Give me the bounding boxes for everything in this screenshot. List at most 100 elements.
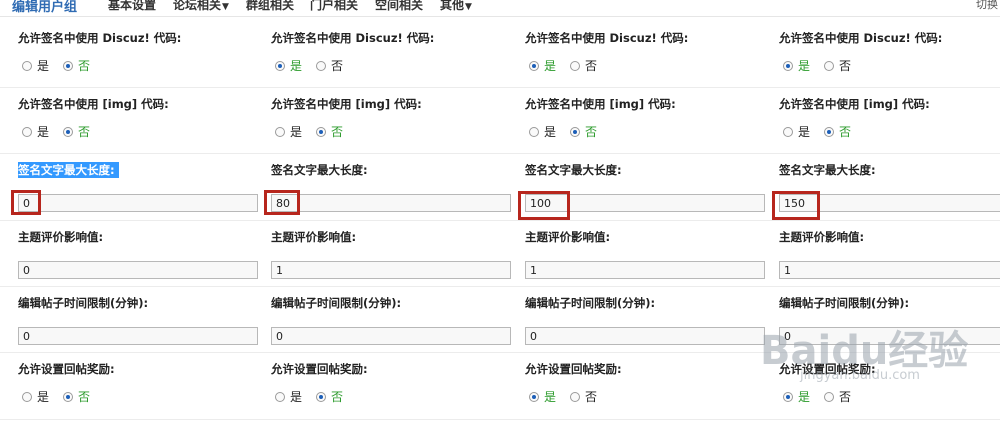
radio-button-icon[interactable]	[316, 126, 327, 137]
setting-cell: 编辑帖子时间限制(分钟):	[779, 295, 1000, 345]
nav-tab-0[interactable]: 编辑用户组	[12, 0, 77, 15]
radio-group: 是否	[22, 388, 104, 405]
nav-tab-6[interactable]: 其他▼	[440, 0, 472, 13]
setting-input[interactable]	[18, 194, 258, 212]
radio-button-icon[interactable]	[316, 391, 327, 402]
setting-label: 允许设置回帖奖励:	[18, 362, 115, 376]
setting-input[interactable]	[18, 327, 258, 345]
setting-input[interactable]	[271, 327, 511, 345]
setting-label: 编辑帖子时间限制(分钟):	[525, 296, 656, 310]
radio-button-icon[interactable]	[63, 60, 74, 71]
radio-no[interactable]: 否	[824, 388, 851, 405]
radio-no[interactable]: 否	[570, 388, 597, 405]
setting-label: 签名文字最大长度:	[271, 163, 368, 177]
radio-no[interactable]: 否	[63, 57, 90, 74]
radio-label: 否	[585, 390, 598, 404]
nav-tab-label: 群组相关	[246, 0, 295, 12]
radio-label: 是	[544, 390, 557, 404]
nav-tab-2[interactable]: 论坛相关▼	[173, 0, 229, 13]
radio-yes[interactable]: 是	[529, 388, 556, 405]
radio-label: 是	[798, 390, 811, 404]
switch-link[interactable]: 切换	[976, 0, 998, 12]
radio-button-icon[interactable]	[529, 60, 539, 71]
setting-cell: 允许签名中使用 [img] 代码: 是否	[525, 96, 779, 146]
row-divider	[0, 352, 1000, 353]
setting-input[interactable]	[525, 327, 765, 345]
nav-tab-3[interactable]: 群组相关	[246, 0, 294, 13]
radio-label: 否	[839, 59, 852, 73]
chevron-down-icon: ▼	[465, 2, 472, 12]
setting-cell: 编辑帖子时间限制(分钟):	[525, 295, 779, 345]
setting-cell: 签名文字最大长度:	[518, 162, 779, 220]
radio-button-icon[interactable]	[824, 391, 835, 402]
radio-button-icon[interactable]	[275, 60, 285, 71]
radio-no[interactable]: 否	[824, 57, 851, 74]
setting-cell: 主题评价影响值:	[779, 229, 1000, 279]
nav-tab-5[interactable]: 空间相关	[375, 0, 423, 13]
radio-button-icon[interactable]	[529, 391, 539, 402]
radio-button-icon[interactable]	[783, 126, 793, 137]
radio-yes[interactable]: 是	[275, 388, 302, 405]
radio-button-icon[interactable]	[22, 126, 32, 137]
radio-button-icon[interactable]	[824, 126, 835, 137]
radio-no[interactable]: 否	[63, 388, 90, 405]
nav-tab-label: 编辑用户组	[12, 0, 78, 15]
radio-button-icon[interactable]	[570, 60, 581, 71]
setting-label: 签名文字最大长度:	[18, 162, 119, 178]
radio-button-icon[interactable]	[275, 391, 285, 402]
radio-no[interactable]: 否	[824, 123, 851, 140]
setting-label: 允许签名中使用 Discuz! 代码:	[525, 31, 689, 45]
setting-input[interactable]	[271, 261, 511, 279]
row-divider	[0, 286, 1000, 287]
radio-button-icon[interactable]	[22, 60, 32, 71]
radio-no[interactable]: 否	[570, 123, 597, 140]
radio-button-icon[interactable]	[63, 391, 74, 402]
setting-input[interactable]	[525, 194, 765, 212]
radio-yes[interactable]: 是	[529, 123, 556, 140]
radio-yes[interactable]: 是	[783, 388, 810, 405]
radio-no[interactable]: 否	[316, 57, 343, 74]
radio-button-icon[interactable]	[316, 60, 327, 71]
radio-yes[interactable]: 是	[22, 57, 49, 74]
radio-no[interactable]: 否	[316, 388, 343, 405]
radio-yes[interactable]: 是	[783, 123, 810, 140]
setting-input[interactable]	[779, 194, 1000, 212]
nav-tab-1[interactable]: 基本设置	[108, 0, 156, 13]
radio-yes[interactable]: 是	[529, 57, 556, 74]
radio-no[interactable]: 否	[63, 123, 90, 140]
radio-button-icon[interactable]	[529, 126, 539, 137]
radio-button-icon[interactable]	[570, 126, 581, 137]
radio-button-icon[interactable]	[783, 391, 793, 402]
setting-label: 签名文字最大长度:	[525, 163, 622, 177]
setting-input[interactable]	[779, 261, 1000, 279]
radio-button-icon[interactable]	[63, 126, 74, 137]
setting-input[interactable]	[779, 327, 1000, 345]
radio-no[interactable]: 否	[570, 57, 597, 74]
radio-label: 否	[331, 390, 344, 404]
radio-yes[interactable]: 是	[275, 57, 302, 74]
radio-button-icon[interactable]	[824, 60, 835, 71]
setting-cell: 允许签名中使用 Discuz! 代码: 是否	[271, 30, 525, 80]
row-divider	[0, 87, 1000, 88]
row-divider	[0, 220, 1000, 221]
setting-label: 主题评价影响值:	[525, 230, 611, 244]
setting-input[interactable]	[18, 261, 258, 279]
nav-tab-label: 论坛相关	[173, 0, 222, 12]
radio-yes[interactable]: 是	[22, 388, 49, 405]
radio-label: 是	[37, 59, 50, 73]
radio-label: 是	[798, 59, 811, 73]
nav-tab-4[interactable]: 门户相关	[310, 0, 358, 13]
setting-label: 允许签名中使用 Discuz! 代码:	[779, 31, 943, 45]
radio-button-icon[interactable]	[275, 126, 285, 137]
radio-button-icon[interactable]	[570, 391, 581, 402]
setting-cell: 允许设置回帖奖励: 是否	[525, 361, 779, 411]
nav-tab-label: 空间相关	[375, 0, 424, 12]
setting-input[interactable]	[525, 261, 765, 279]
radio-yes[interactable]: 是	[275, 123, 302, 140]
setting-input[interactable]	[271, 194, 511, 212]
radio-no[interactable]: 否	[316, 123, 343, 140]
radio-yes[interactable]: 是	[22, 123, 49, 140]
radio-button-icon[interactable]	[22, 391, 32, 402]
radio-button-icon[interactable]	[783, 60, 793, 71]
radio-yes[interactable]: 是	[783, 57, 810, 74]
